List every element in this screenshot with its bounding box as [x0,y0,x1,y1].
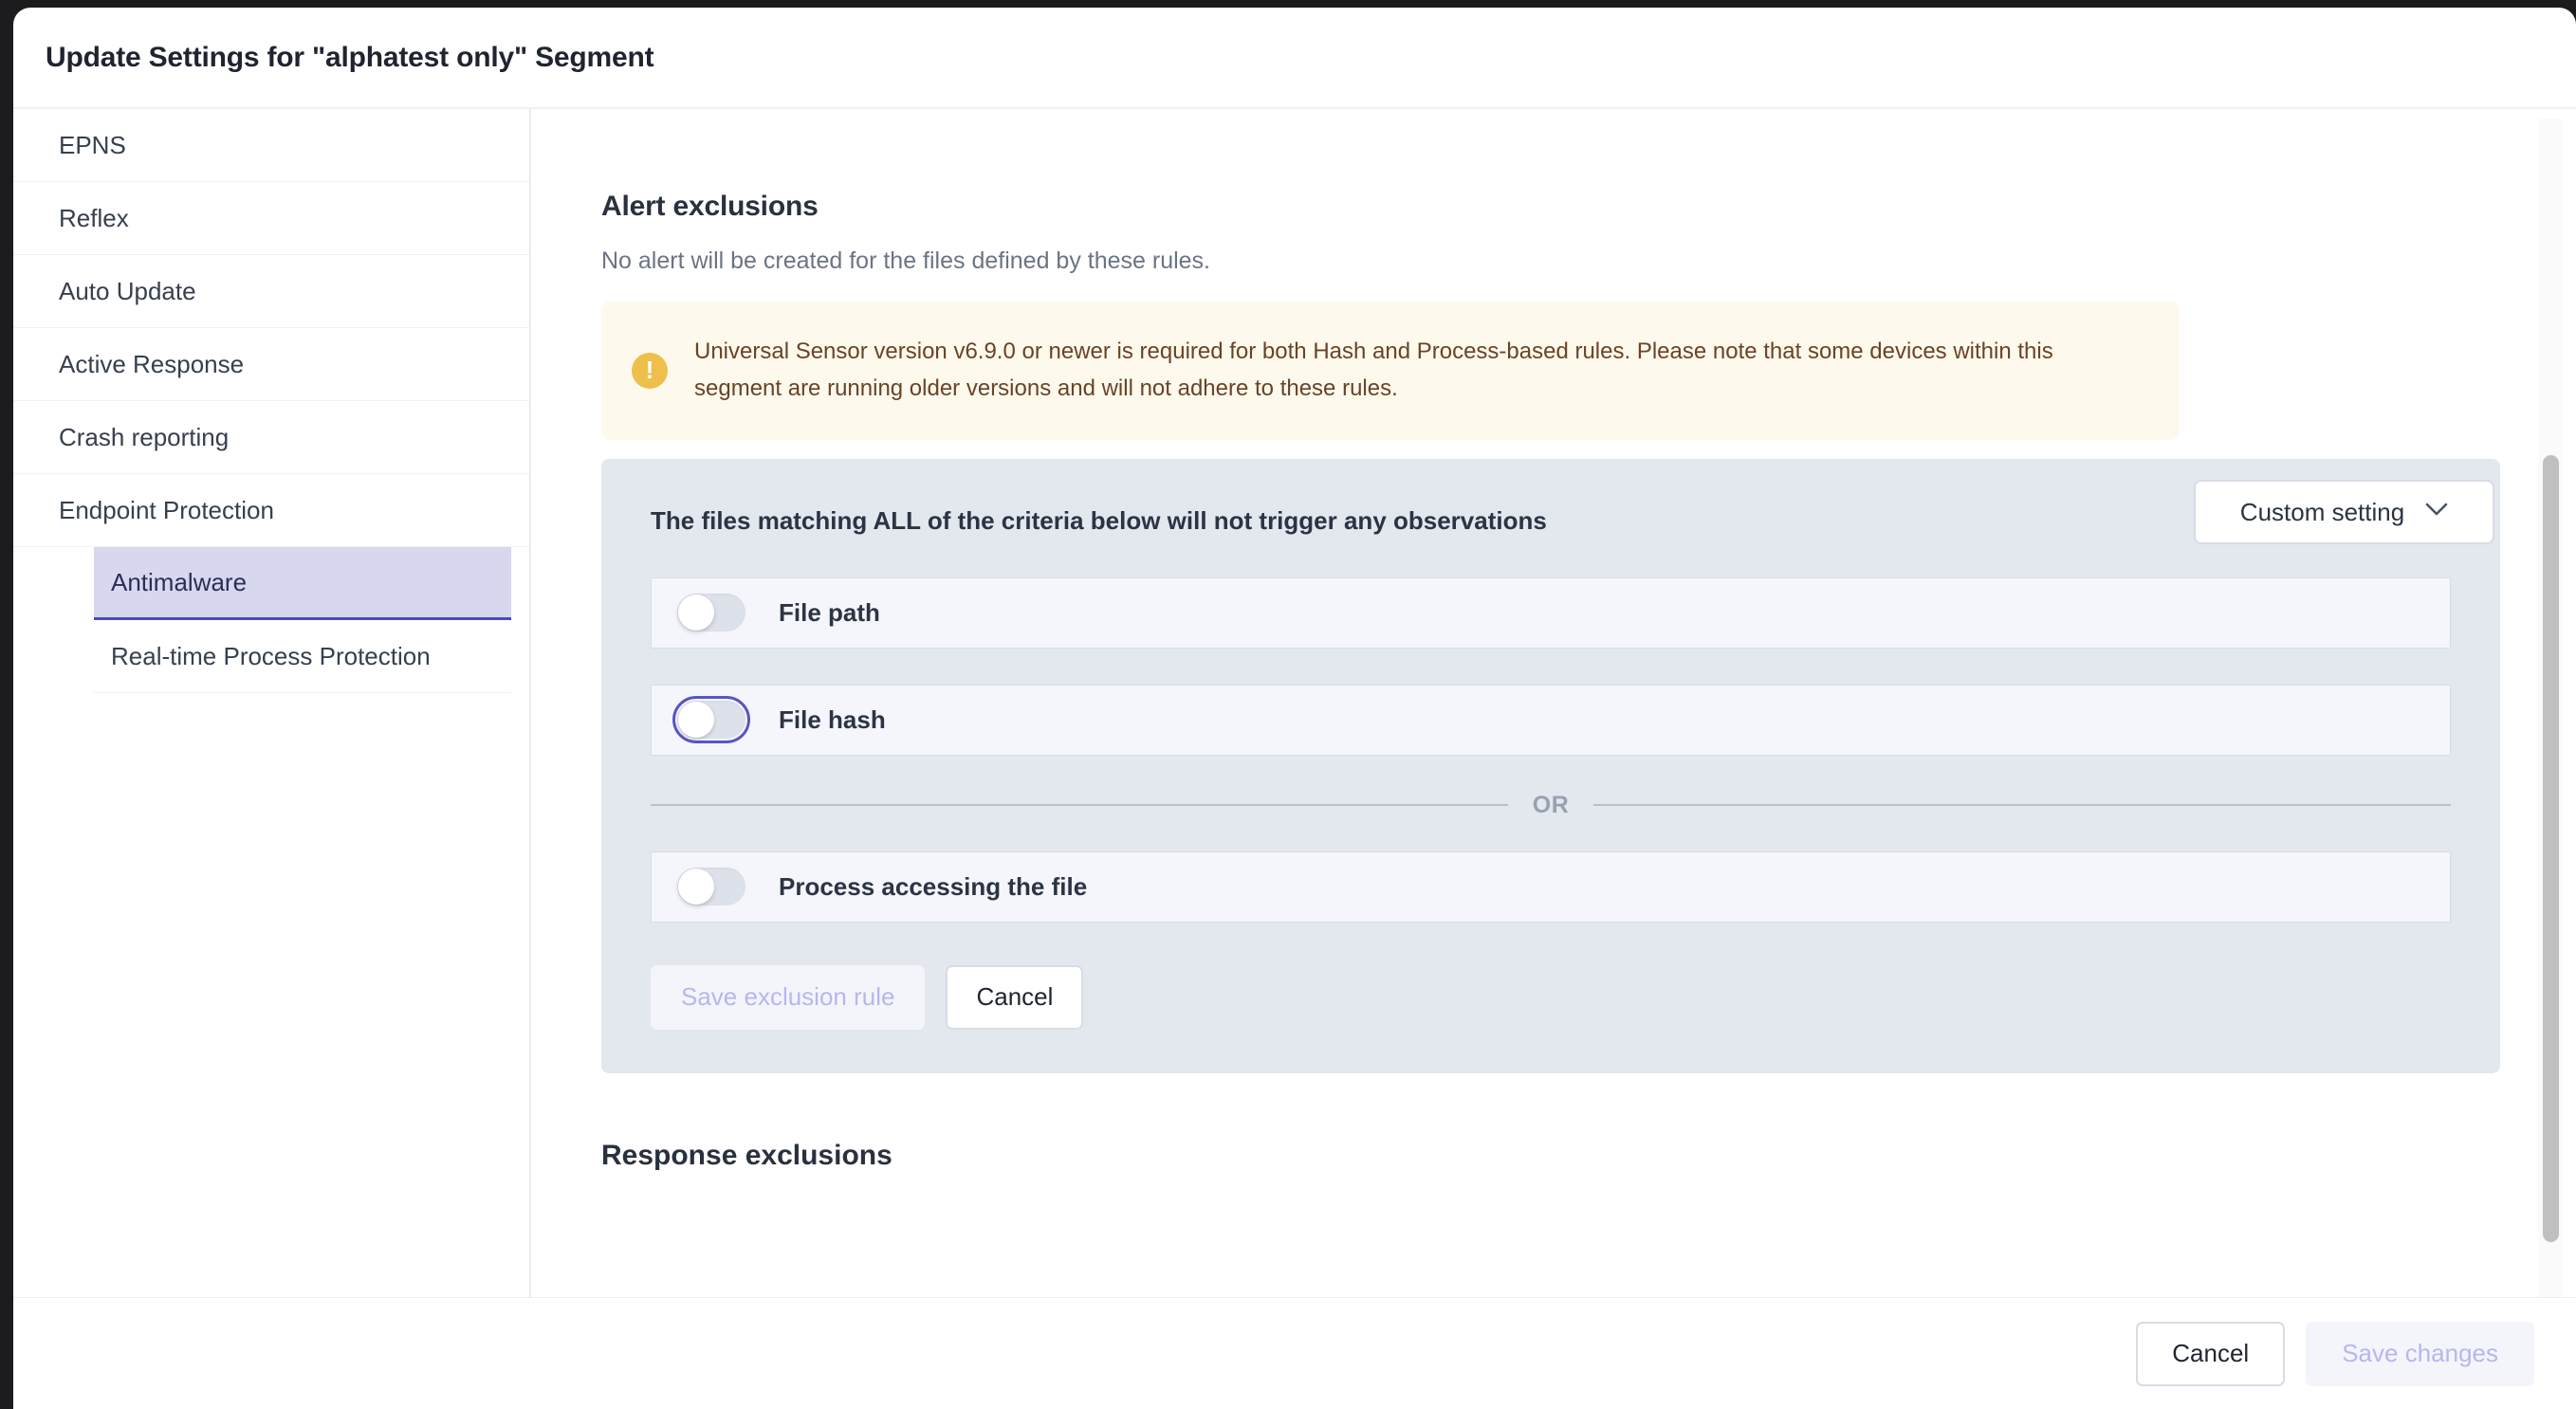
page-title: Update Settings for "alphatest only" Seg… [46,41,654,73]
sidebar-item-label: EPNS [59,130,126,159]
rule-label: Process accessing the file [779,871,1088,901]
or-divider: OR [651,792,2451,819]
sidebar-item-label: Crash reporting [59,422,230,451]
toggle-knob [678,595,714,631]
toggle-knob [678,869,714,906]
sidebar-item-crash-reporting[interactable]: Crash reporting [13,401,529,474]
content-inner: Alert exclusions No alert will be create… [531,191,2500,1172]
rule-row-file-path[interactable]: File path [651,576,2451,649]
sidebar-item-antimalware[interactable]: Antimalware [94,547,511,620]
file-hash-toggle[interactable] [677,701,745,740]
sidebar-item-label: Active Response [59,349,245,378]
divider-line-left [651,804,1508,807]
file-hash-toggle-wrap [672,696,750,744]
chevron-down-icon [2425,503,2448,522]
rule-row-process-accessing-file[interactable]: Process accessing the file [651,851,2451,923]
custom-setting-dropdown[interactable]: Custom setting [2194,480,2494,544]
or-divider-label: OR [1532,791,1570,818]
sidebar-item-label: Endpoint Protection [59,495,274,524]
sidebar-item-reflex[interactable]: Reflex [13,182,529,255]
rule-label: File path [779,597,880,627]
settings-content: Alert exclusions No alert will be create… [531,109,2576,1297]
content-scrollbar-thumb[interactable] [2543,455,2559,1242]
sidebar-item-active-response[interactable]: Active Response [13,328,529,401]
warning-message: Universal Sensor version v6.9.0 or newer… [694,339,2053,401]
alert-exclusions-title: Alert exclusions [601,191,819,222]
toggle-knob [678,702,714,739]
alert-exclusions-subtitle: No alert will be created for the files d… [601,247,1211,274]
sidebar-nav-list: EPNS Reflex Auto Update Active Response … [13,109,529,693]
sidebar-item-label: Auto Update [59,276,196,305]
divider-line-right [1593,804,2451,807]
save-exclusion-rule-button[interactable]: Save exclusion rule [651,964,926,1030]
modal-header: Update Settings for "alphatest only" Seg… [13,8,2576,109]
settings-modal: Update Settings for "alphatest only" Seg… [13,8,2576,1409]
file-path-toggle[interactable] [677,594,745,632]
settings-sidebar: EPNS Reflex Auto Update Active Response … [13,109,531,1297]
sidebar-item-label: Reflex [59,203,129,232]
exclusion-rules-panel: The files matching ALL of the criteria b… [601,458,2500,1073]
process-accessing-file-toggle[interactable] [677,868,745,906]
process-toggle-wrap [672,863,750,910]
rule-row-file-hash[interactable]: File hash [651,684,2451,756]
exclusion-panel-title: The files matching ALL of the criteria b… [651,505,1547,535]
modal-footer: Cancel Save changes [13,1297,2576,1409]
panel-actions: Save exclusion rule Cancel [651,964,2451,1030]
content-scrollbar-track[interactable] [2538,119,2563,1297]
warning-exclamation-icon: ! [632,352,668,389]
sidebar-item-epns[interactable]: EPNS [13,109,529,182]
sidebar-item-label: Antimalware [111,567,248,596]
sidebar-item-auto-update[interactable]: Auto Update [13,255,529,328]
sidebar-item-label: Real-time Process Protection [111,641,431,670]
modal-body: EPNS Reflex Auto Update Active Response … [13,109,2576,1297]
response-exclusions-title: Response exclusions [601,1139,892,1171]
save-changes-button[interactable]: Save changes [2306,1321,2534,1386]
sidebar-item-endpoint-protection[interactable]: Endpoint Protection [13,474,529,547]
sensor-version-warning-banner: ! Universal Sensor version v6.9.0 or new… [601,302,2180,440]
sidebar-item-real-time-process-protection[interactable]: Real-time Process Protection [94,620,511,693]
file-path-toggle-wrap [672,589,750,636]
rule-label: File hash [779,704,886,734]
custom-setting-value: Custom setting [2239,497,2405,526]
cancel-button[interactable]: Cancel [2136,1321,2286,1386]
cancel-exclusion-rule-button[interactable]: Cancel [946,964,1084,1030]
